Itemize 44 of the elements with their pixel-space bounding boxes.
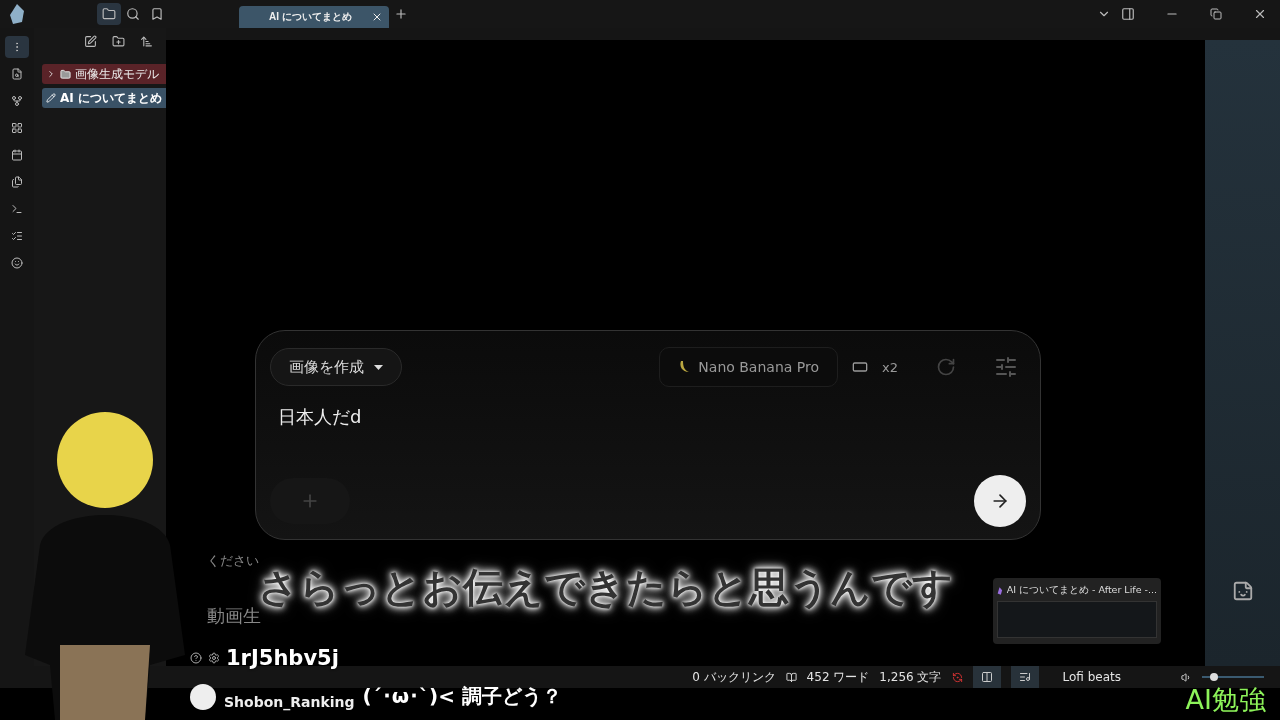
chevron-icon bbox=[46, 69, 56, 79]
mode-dropdown[interactable]: 画像を作成 bbox=[270, 348, 402, 386]
settings-sliders-icon[interactable] bbox=[994, 355, 1018, 379]
playlist-icon bbox=[1018, 671, 1031, 683]
backlinks-count: 0 バックリンク bbox=[692, 668, 776, 686]
file-tree-label: AI についてまとめ bbox=[60, 89, 162, 107]
folder-icon bbox=[60, 68, 71, 80]
caret-icon bbox=[374, 364, 383, 370]
sync-icon[interactable] bbox=[951, 671, 963, 683]
volume-thumb[interactable] bbox=[1210, 673, 1219, 681]
volume-icon[interactable] bbox=[1181, 671, 1192, 683]
pause-icon bbox=[980, 671, 993, 683]
track-title: Lofi beats bbox=[1062, 670, 1121, 684]
folder-icon[interactable] bbox=[97, 3, 121, 25]
image-count[interactable]: x2 bbox=[882, 359, 898, 375]
corner-label: AI勉強 bbox=[1185, 683, 1266, 717]
settings-icon[interactable] bbox=[208, 652, 220, 664]
banana-icon bbox=[678, 360, 691, 374]
background-text: ください bbox=[207, 552, 259, 570]
sticker-icon[interactable] bbox=[1231, 580, 1254, 602]
help-icon[interactable] bbox=[190, 652, 202, 664]
chat-message: (´･ω･`)< 調子どう？ bbox=[362, 683, 562, 710]
stream-id-text: 1rJ5hbv5j bbox=[226, 646, 339, 670]
model-chip[interactable]: Nano Banana Pro bbox=[659, 347, 839, 387]
chat-username: Shobon_Ranking bbox=[224, 693, 355, 710]
crystal-logo-icon bbox=[997, 584, 1003, 597]
window-preview-popup[interactable]: AI についてまとめ - After Life -... bbox=[993, 578, 1161, 644]
pause-button[interactable] bbox=[972, 666, 1001, 688]
playlist-button[interactable] bbox=[1010, 666, 1039, 688]
file-tree-item[interactable]: 画像生成モデル bbox=[42, 64, 166, 84]
aspect-ratio-icon[interactable] bbox=[852, 359, 869, 375]
word-count: 452 ワード bbox=[806, 668, 870, 686]
preview-title: AI についてまとめ - After Life -... bbox=[1006, 584, 1157, 597]
char-count: 1,256 文字 bbox=[879, 668, 942, 686]
book-icon[interactable] bbox=[785, 671, 797, 683]
send-button[interactable] bbox=[974, 475, 1026, 527]
pencil-icon bbox=[46, 93, 56, 103]
file-tree-label: 画像生成モデル bbox=[75, 65, 159, 83]
file-tree-item[interactable]: AI についてまとめ bbox=[42, 88, 166, 108]
prompt-input[interactable]: 日本人だd bbox=[278, 405, 1018, 475]
subtitle-caption: さらっとお伝えできたらと思うんです bbox=[258, 564, 953, 610]
background-text: 動画生 bbox=[207, 604, 261, 628]
crystal-logo-icon bbox=[7, 3, 27, 25]
tab[interactable]: AI についてまとめ bbox=[239, 5, 389, 28]
